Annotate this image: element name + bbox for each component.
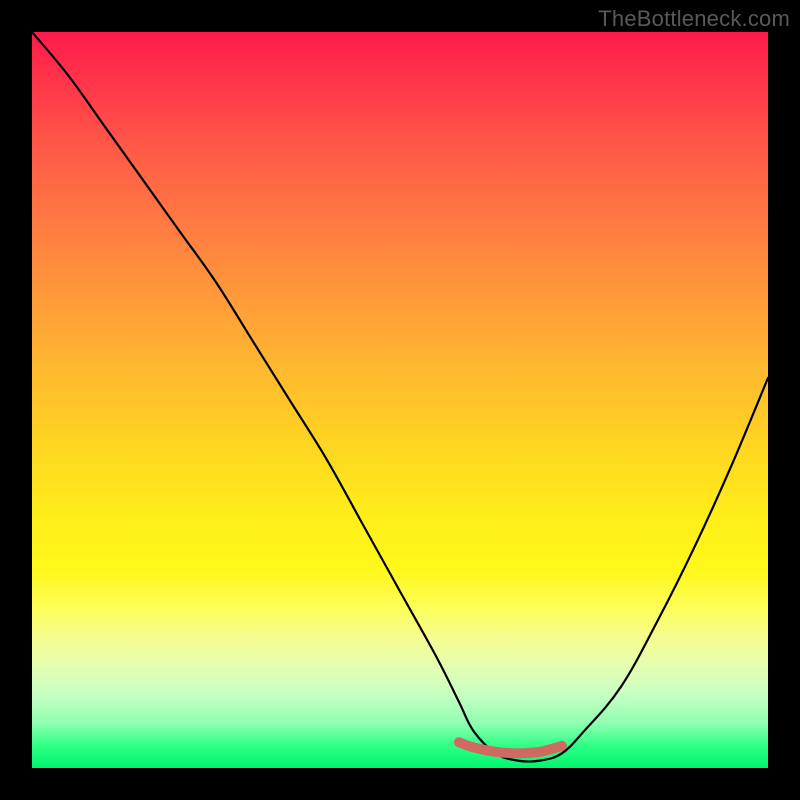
v-curve-path <box>32 32 768 762</box>
watermark-text: TheBottleneck.com <box>598 6 790 32</box>
curve-svg <box>32 32 768 768</box>
chart-frame: TheBottleneck.com <box>0 0 800 800</box>
plot-area <box>32 32 768 768</box>
flat-bottom-highlight <box>459 742 562 753</box>
